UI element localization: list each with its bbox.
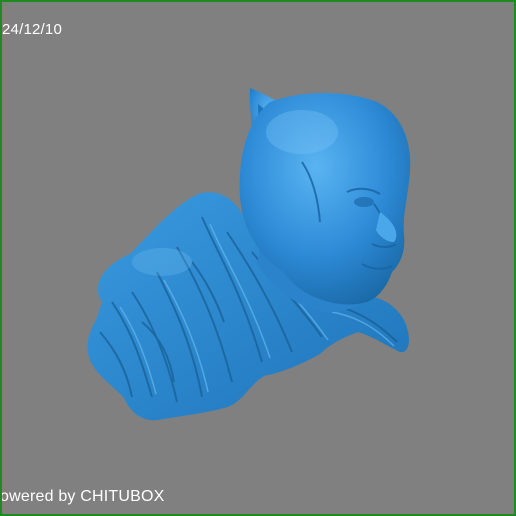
watermark-text: owered by CHITUBOX — [0, 488, 165, 505]
preview-viewport: 24/12/10 owered by CHITUBOX — [0, 0, 516, 516]
bust-3d-model-icon — [87, 88, 411, 421]
